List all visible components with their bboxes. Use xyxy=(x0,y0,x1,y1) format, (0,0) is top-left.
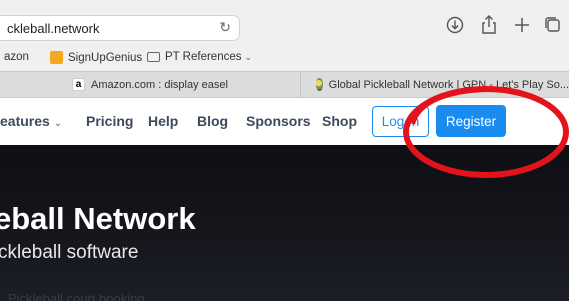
tab-amazon[interactable]: a Amazon.com : display easel xyxy=(0,72,301,97)
bookmark-label: azon xyxy=(4,51,29,63)
bookmark-signupgenius[interactable]: SignUpGenius xyxy=(50,51,142,64)
chevron-down-icon: ⌄ xyxy=(244,51,253,62)
browser-chrome: ckleball.network ↻ azon SignUpGenius PT … xyxy=(0,0,569,98)
address-bar[interactable]: ckleball.network ↻ xyxy=(0,15,240,41)
tab-overview-icon[interactable] xyxy=(542,14,564,36)
site-nav: eatures ⌄ Pricing Help Blog Sponsors Shop… xyxy=(0,98,569,145)
address-url[interactable]: ckleball.network xyxy=(7,21,100,36)
hero-faint-text: Pickleball court booking xyxy=(8,291,145,301)
gpn-icon xyxy=(316,78,323,91)
nav-shop[interactable]: Shop xyxy=(322,113,357,129)
bookmark-label: PT References xyxy=(165,51,242,63)
bookmark-folder-pt-references[interactable]: PT References ⌄ xyxy=(147,51,252,63)
hero-title: eball Network xyxy=(0,201,196,236)
bookmark-amazon[interactable]: azon xyxy=(4,51,29,63)
tab-label: Global Pickleball Network | GPN - Let's … xyxy=(328,78,569,91)
bookmarks-bar: azon SignUpGenius PT References ⌄ xyxy=(0,46,569,70)
hero-subtitle: ckleball software xyxy=(0,242,139,263)
nav-help[interactable]: Help xyxy=(148,113,178,129)
tab-label: Amazon.com : display easel xyxy=(91,78,228,91)
share-icon[interactable] xyxy=(478,14,500,36)
new-tab-icon[interactable] xyxy=(511,14,533,36)
nav-label: eatures xyxy=(0,113,50,129)
nav-sponsors[interactable]: Sponsors xyxy=(246,113,311,129)
register-button[interactable]: Register xyxy=(436,105,506,137)
signupgenius-icon xyxy=(50,51,63,64)
bookmark-label: SignUpGenius xyxy=(68,51,143,64)
hero: eball Network ckleball software Pickleba… xyxy=(0,145,569,301)
nav-features[interactable]: eatures ⌄ xyxy=(0,113,62,129)
reload-icon[interactable]: ↻ xyxy=(219,19,231,36)
download-icon[interactable] xyxy=(444,14,466,36)
tab-gpn[interactable]: Global Pickleball Network | GPN - Let's … xyxy=(301,72,569,97)
folder-icon xyxy=(147,52,160,62)
amazon-icon: a xyxy=(72,78,86,91)
nav-pricing[interactable]: Pricing xyxy=(86,113,133,129)
nav-blog[interactable]: Blog xyxy=(197,113,228,129)
chevron-down-icon: ⌄ xyxy=(53,118,63,129)
tab-bar: a Amazon.com : display easel Global Pick… xyxy=(0,71,569,98)
login-button[interactable]: Log In xyxy=(372,106,429,137)
